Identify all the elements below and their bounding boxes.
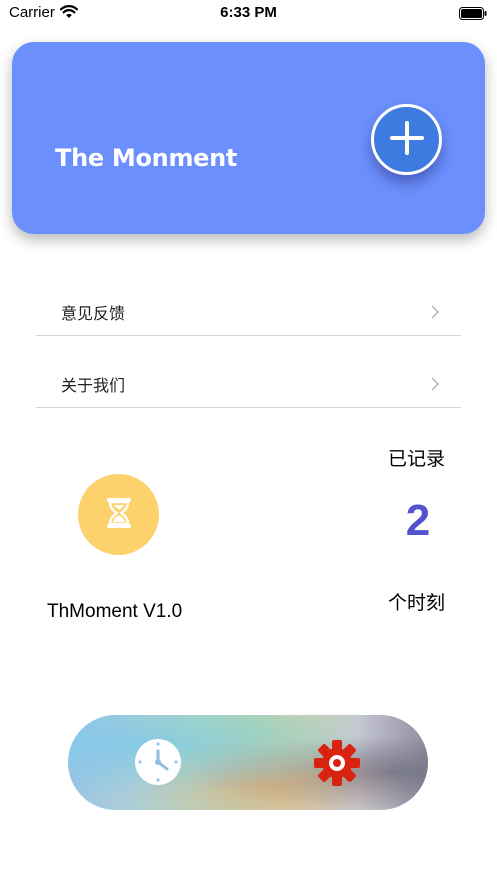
tab-bar <box>68 715 428 810</box>
menu-item-about[interactable]: 关于我们 <box>36 358 461 408</box>
battery-icon <box>459 5 487 24</box>
app-title: The Monment <box>55 144 238 172</box>
menu-item-feedback[interactable]: 意见反馈 <box>36 286 461 336</box>
clock-icon[interactable] <box>134 738 182 790</box>
header-card: The Monment <box>12 42 485 234</box>
recorded-count: 2 <box>405 496 431 545</box>
status-time: 6:33 PM <box>220 4 277 21</box>
menu-item-label: 意见反馈 <box>61 304 126 323</box>
recorded-label: 已记录 <box>388 448 446 470</box>
app-logo <box>78 474 159 555</box>
app-version: ThMoment V1.0 <box>47 601 183 622</box>
hourglass-icon <box>102 496 136 534</box>
status-bar: Carrier 6:33 PM <box>0 0 497 26</box>
chevron-right-icon <box>431 304 440 323</box>
moments-label: 个时刻 <box>388 592 446 614</box>
chevron-right-icon <box>431 376 440 395</box>
menu-item-label: 关于我们 <box>61 376 126 395</box>
add-moment-button[interactable] <box>371 104 442 175</box>
gear-icon[interactable] <box>312 738 362 792</box>
plus-icon <box>387 118 427 162</box>
